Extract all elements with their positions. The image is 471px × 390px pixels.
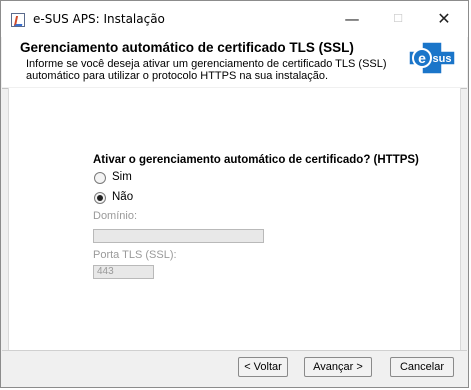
installer-window: e-SUS APS: Instalação — ☐ ✕ Gerenciament… xyxy=(0,0,469,388)
maximize-button[interactable]: ☐ xyxy=(375,1,421,37)
port-label: Porta TLS (SSL): xyxy=(93,249,177,261)
radio-nao-label[interactable]: Não xyxy=(112,191,133,203)
cancel-button[interactable]: Cancelar xyxy=(390,357,454,377)
radio-sim[interactable] xyxy=(94,172,106,184)
footer-divider xyxy=(2,350,467,351)
domain-field[interactable] xyxy=(93,229,264,243)
esus-logo: e sus xyxy=(408,41,456,75)
domain-label: Domínio: xyxy=(93,210,138,222)
content-panel xyxy=(8,88,461,350)
step-title: Gerenciamento automático de certificado … xyxy=(20,40,354,55)
question-label: Ativar o gerenciamento automático de cer… xyxy=(93,154,419,166)
window-title: e-SUS APS: Instalação xyxy=(33,12,165,26)
radio-nao[interactable] xyxy=(94,192,106,204)
java-app-icon xyxy=(11,13,25,27)
step-description: Informe se você deseja ativar um gerenci… xyxy=(26,58,387,82)
logo-text: sus xyxy=(433,53,452,65)
back-button[interactable]: < Voltar xyxy=(238,357,288,377)
next-button[interactable]: Avançar > xyxy=(304,357,372,377)
minimize-button[interactable]: — xyxy=(329,1,375,37)
step-header: Gerenciamento automático de certificado … xyxy=(2,37,467,87)
title-bar: e-SUS APS: Instalação — ☐ ✕ xyxy=(1,1,468,37)
radio-sim-label[interactable]: Sim xyxy=(112,171,132,183)
port-field[interactable]: 443 xyxy=(93,265,154,279)
close-button[interactable]: ✕ xyxy=(421,1,467,37)
logo-letter: e xyxy=(418,50,426,66)
